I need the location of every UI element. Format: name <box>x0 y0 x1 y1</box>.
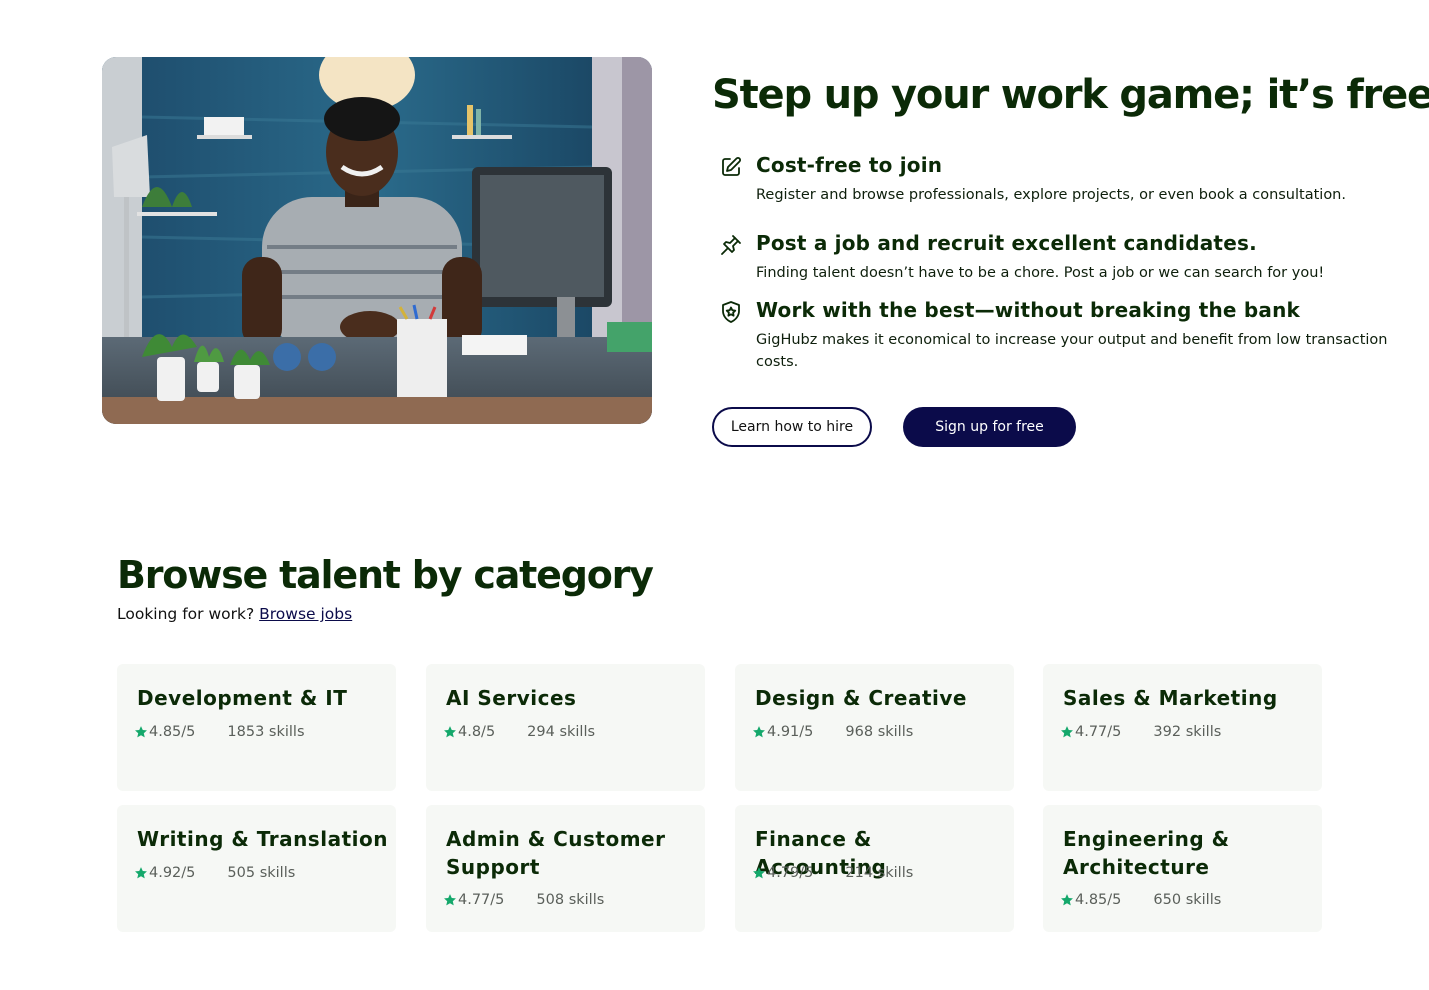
category-card[interactable]: Engineering & Architecture 4.85/5 650 sk… <box>1043 805 1322 932</box>
category-rating: 4.85/5 <box>149 724 196 740</box>
category-rating: 4.8/5 <box>458 724 496 740</box>
category-skills: 505 skills <box>227 865 296 881</box>
category-meta: 4.79/5 214 skills <box>752 865 913 881</box>
category-card[interactable]: Design & Creative 4.91/5 968 skills <box>735 664 1014 791</box>
star-icon <box>1061 726 1073 738</box>
star-icon <box>444 726 456 738</box>
feature-title: Work with the best—without breaking the … <box>756 298 1301 322</box>
category-meta: 4.8/5 294 skills <box>443 724 595 740</box>
category-name: Development & IT <box>137 686 348 710</box>
category-card[interactable]: Development & IT 4.85/5 1853 skills <box>117 664 396 791</box>
edit-icon <box>719 155 743 179</box>
sign-up-button[interactable]: Sign up for free <box>903 407 1076 447</box>
category-name: Design & Creative <box>755 686 967 710</box>
category-card[interactable]: Finance & Accounting 4.79/5 214 skills <box>735 805 1014 932</box>
feature-desc: Finding talent doesn’t have to be a chor… <box>756 265 1325 281</box>
category-name: Writing & Translation <box>137 827 388 851</box>
category-meta: 4.85/5 650 skills <box>1060 892 1221 908</box>
category-name: Sales & Marketing <box>1063 686 1278 710</box>
star-icon <box>753 867 765 879</box>
category-rating: 4.91/5 <box>767 724 814 740</box>
category-name: Admin & Customer Support <box>446 827 666 879</box>
star-icon <box>444 894 456 906</box>
category-rating: 4.79/5 <box>767 865 814 881</box>
category-skills: 392 skills <box>1153 724 1222 740</box>
category-skills: 294 skills <box>527 724 596 740</box>
categories-title: Browse talent by category <box>117 553 654 597</box>
star-icon <box>753 726 765 738</box>
category-meta: 4.92/5 505 skills <box>134 865 295 881</box>
category-skills: 1853 skills <box>227 724 305 740</box>
category-meta: 4.77/5 508 skills <box>443 892 604 908</box>
award-shield-icon <box>719 300 743 324</box>
category-name: Engineering & Architecture <box>1063 827 1230 879</box>
learn-how-to-hire-button[interactable]: Learn how to hire <box>712 407 872 447</box>
subtitle-prefix: Looking for work? <box>117 605 255 623</box>
category-skills: 508 skills <box>536 892 605 908</box>
star-icon <box>135 867 147 879</box>
hero-photo <box>102 57 652 424</box>
category-meta: 4.91/5 968 skills <box>752 724 913 740</box>
category-name: AI Services <box>446 686 577 710</box>
category-skills: 214 skills <box>845 865 914 881</box>
category-card[interactable]: AI Services 4.8/5 294 skills <box>426 664 705 791</box>
category-card[interactable]: Writing & Translation 4.92/5 505 skills <box>117 805 396 932</box>
category-rating: 4.92/5 <box>149 865 196 881</box>
category-rating: 4.77/5 <box>1075 724 1122 740</box>
hero-title: Step up your work game; it’s free. <box>712 72 1429 118</box>
star-icon <box>135 726 147 738</box>
feature-title: Post a job and recruit excellent candida… <box>756 231 1257 255</box>
category-meta: 4.85/5 1853 skills <box>134 724 305 740</box>
pin-icon <box>719 233 743 257</box>
feature-title: Cost-free to join <box>756 153 943 177</box>
category-skills: 968 skills <box>845 724 914 740</box>
category-card[interactable]: Admin & Customer Support 4.77/5 508 skil… <box>426 805 705 932</box>
category-rating: 4.85/5 <box>1075 892 1122 908</box>
feature-desc: Register and browse professionals, explo… <box>756 187 1346 203</box>
category-meta: 4.77/5 392 skills <box>1060 724 1221 740</box>
browse-jobs-link[interactable]: Browse jobs <box>259 605 352 623</box>
category-rating: 4.77/5 <box>458 892 505 908</box>
category-card[interactable]: Sales & Marketing 4.77/5 392 skills <box>1043 664 1322 791</box>
star-icon <box>1061 894 1073 906</box>
category-skills: 650 skills <box>1153 892 1222 908</box>
feature-desc: GigHubz makes it economical to increase … <box>756 332 1388 370</box>
categories-subtitle: Looking for work? Browse jobs <box>117 605 352 623</box>
